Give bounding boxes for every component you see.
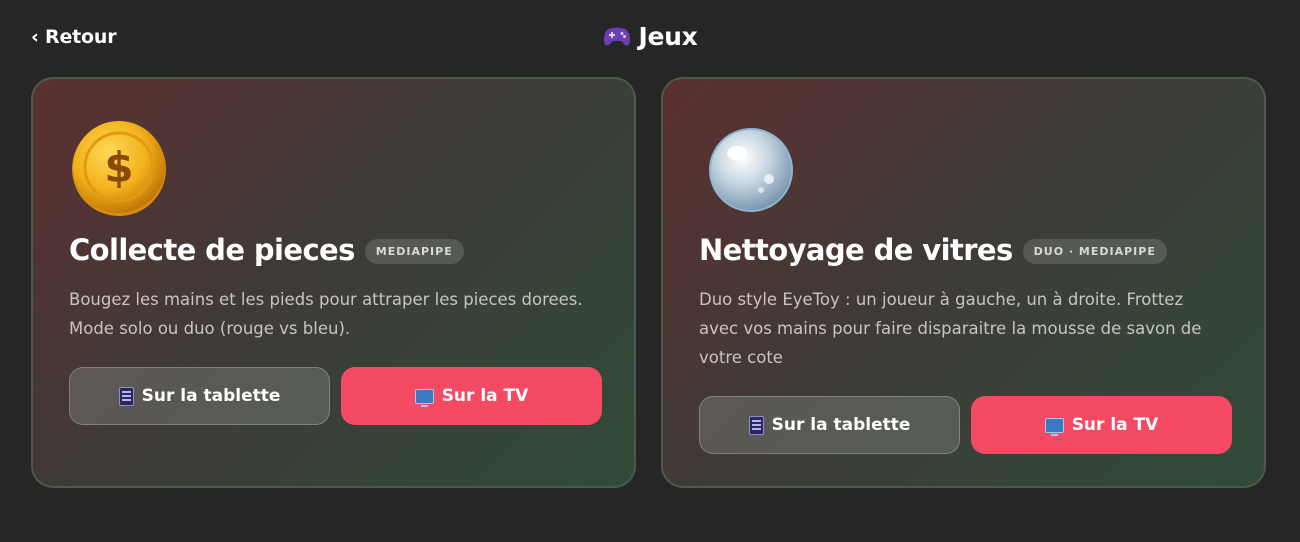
top-bar: ‹ Retour Jeux [0,0,1300,78]
page-title: Jeux [0,22,1300,51]
svg-text:$: $ [104,143,133,192]
tech-badge: MEDIAPIPE [364,239,464,264]
game-description: Bougez les mains et les pieds pour attra… [69,290,583,338]
play-on-tv-button[interactable]: Sur la TV [341,367,602,425]
play-on-tv-label: Sur la TV [441,386,529,406]
tech-badge: DUO · MEDIAPIPE [1022,239,1167,264]
play-on-tablet-button[interactable]: Sur la tablette [699,396,960,454]
tv-icon [414,388,434,407]
tablet-icon [748,415,764,435]
game-description: Duo style EyeToy : un joueur à gauche, u… [699,290,1202,367]
coin-icon: $ [69,119,169,219]
page-title-text: Jeux [638,22,698,51]
bubble-icon [699,119,799,219]
play-on-tablet-label: Sur la tablette [771,415,911,435]
game-title-text: Collecte de pieces [69,233,355,267]
gamepad-icon [603,25,631,47]
play-on-tablet-label: Sur la tablette [141,386,281,406]
game-card-coins: $ Collecte de pieces MEDIAPIPE Bougez les… [31,77,636,488]
play-on-tv-label: Sur la TV [1071,415,1159,435]
tablet-icon [118,386,134,406]
game-title: Collecte de pieces MEDIAPIPE [69,233,464,267]
play-on-tv-button[interactable]: Sur la TV [971,396,1232,454]
play-on-tablet-button[interactable]: Sur la tablette [69,367,330,425]
game-title: Nettoyage de vitres DUO · MEDIAPIPE [699,233,1167,267]
game-card-windows: Nettoyage de vitres DUO · MEDIAPIPE Duo s… [661,77,1266,488]
tv-icon [1044,417,1064,436]
game-title-text: Nettoyage de vitres [699,233,1013,267]
